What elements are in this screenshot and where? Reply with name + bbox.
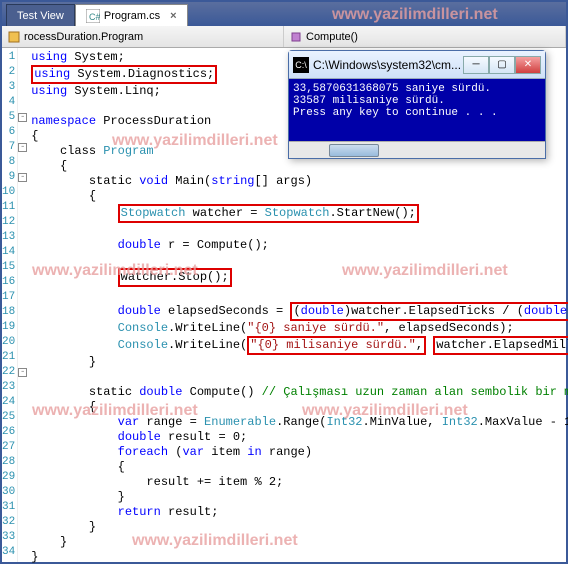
console-titlebar[interactable]: C:\ C:\Windows\system32\cm... ─ ▢ ✕ bbox=[289, 51, 545, 79]
tab-bar: Test View C# Program.cs × bbox=[2, 2, 566, 26]
console-window[interactable]: C:\ C:\Windows\system32\cm... ─ ▢ ✕ 33,5… bbox=[288, 50, 546, 159]
member-name: Compute() bbox=[306, 31, 358, 43]
member-dropdown[interactable]: Compute() bbox=[284, 26, 566, 47]
method-icon bbox=[290, 31, 302, 43]
scroll-thumb[interactable] bbox=[329, 144, 379, 157]
console-title: C:\Windows\system32\cm... bbox=[313, 58, 463, 72]
console-scrollbar[interactable] bbox=[289, 141, 545, 158]
tab-label: Test View bbox=[17, 10, 64, 22]
svg-text:C#: C# bbox=[89, 12, 100, 22]
class-name: rocessDuration.Program bbox=[24, 31, 143, 43]
fold-margin[interactable]: ---- bbox=[18, 48, 27, 562]
class-dropdown[interactable]: rocessDuration.Program bbox=[2, 26, 284, 47]
minimize-button[interactable]: ─ bbox=[463, 56, 489, 74]
maximize-button[interactable]: ▢ bbox=[489, 56, 515, 74]
window-buttons: ─ ▢ ✕ bbox=[463, 56, 541, 74]
csharp-file-icon: C# bbox=[86, 9, 100, 23]
tab-label: Program.cs bbox=[104, 10, 160, 22]
class-icon bbox=[8, 31, 20, 43]
tab-program-cs[interactable]: C# Program.cs × bbox=[75, 4, 188, 26]
tab-test-view[interactable]: Test View bbox=[6, 4, 75, 26]
close-button[interactable]: ✕ bbox=[515, 56, 541, 74]
navigation-bar: rocessDuration.Program Compute() bbox=[2, 26, 566, 48]
line-numbers: 1234567891011121314151617181920212223242… bbox=[2, 48, 18, 562]
console-output: 33,5870631368075 saniye sürdü.33587 mili… bbox=[289, 79, 545, 141]
cmd-icon: C:\ bbox=[293, 57, 309, 73]
close-icon[interactable]: × bbox=[170, 10, 176, 22]
